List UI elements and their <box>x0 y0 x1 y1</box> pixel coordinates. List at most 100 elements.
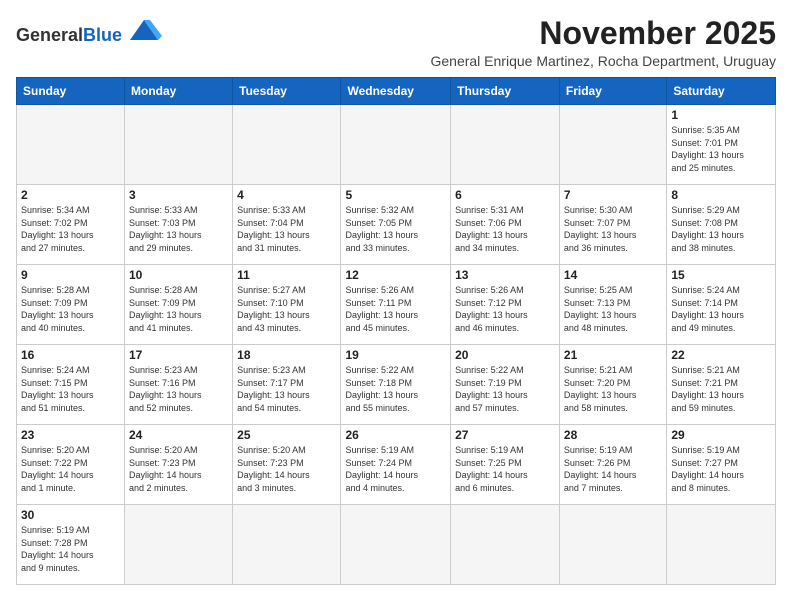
day-number: 15 <box>671 268 771 282</box>
calendar-cell: 7Sunrise: 5:30 AM Sunset: 7:07 PM Daylig… <box>559 185 666 265</box>
month-title: November 2025 <box>430 16 776 51</box>
calendar-cell: 11 Sunrise: 5:27 AM Sunset: 7:10 PM Dayli… <box>233 265 341 345</box>
calendar-cell: 29Sunrise: 5:19 AM Sunset: 7:27 PM Dayli… <box>667 425 776 505</box>
calendar-cell: 14 Sunrise: 5:25 AM Sunset: 7:13 PM Dayli… <box>559 265 666 345</box>
logo-general-text: General <box>16 26 83 44</box>
day-info: Sunrise: 5:25 AM Sunset: 7:13 PM Dayligh… <box>564 284 662 334</box>
calendar-cell: 5 Sunrise: 5:32 AM Sunset: 7:05 PM Daylig… <box>341 185 451 265</box>
day-info: Sunrise: 5:31 AM Sunset: 7:06 PM Dayligh… <box>455 204 555 254</box>
day-number: 28 <box>564 428 662 442</box>
day-info: Sunrise: 5:22 AM Sunset: 7:18 PM Dayligh… <box>345 364 446 414</box>
calendar-cell: 15 Sunrise: 5:24 AM Sunset: 7:14 PM Dayli… <box>667 265 776 345</box>
day-number: 8 <box>671 188 771 202</box>
subtitle: General Enrique Martinez, Rocha Departme… <box>430 53 776 69</box>
day-number: 5 <box>345 188 446 202</box>
calendar-cell: 2 Sunrise: 5:34 AM Sunset: 7:02 PM Daylig… <box>17 185 125 265</box>
day-number: 6 <box>455 188 555 202</box>
day-info: Sunrise: 5:22 AM Sunset: 7:19 PM Dayligh… <box>455 364 555 414</box>
calendar-cell: 4 Sunrise: 5:33 AM Sunset: 7:04 PM Daylig… <box>233 185 341 265</box>
day-info: Sunrise: 5:29 AM Sunset: 7:08 PM Dayligh… <box>671 204 771 254</box>
day-info: Sunrise: 5:34 AM Sunset: 7:02 PM Dayligh… <box>21 204 120 254</box>
col-header-thursday: Thursday <box>451 78 560 105</box>
calendar-cell: 23Sunrise: 5:20 AM Sunset: 7:22 PM Dayli… <box>17 425 125 505</box>
week-row-2: 9 Sunrise: 5:28 AM Sunset: 7:09 PM Daylig… <box>17 265 776 345</box>
day-info: Sunrise: 5:20 AM Sunset: 7:23 PM Dayligh… <box>129 444 228 494</box>
day-info: Sunrise: 5:19 AM Sunset: 7:24 PM Dayligh… <box>345 444 446 494</box>
calendar-cell <box>125 105 233 185</box>
day-number: 9 <box>21 268 120 282</box>
day-info: Sunrise: 5:27 AM Sunset: 7:10 PM Dayligh… <box>237 284 336 334</box>
day-number: 30 <box>21 508 120 522</box>
day-number: 23 <box>21 428 120 442</box>
day-number: 12 <box>345 268 446 282</box>
day-info: Sunrise: 5:28 AM Sunset: 7:09 PM Dayligh… <box>129 284 228 334</box>
day-number: 21 <box>564 348 662 362</box>
calendar-cell <box>559 105 666 185</box>
calendar-cell: 17Sunrise: 5:23 AM Sunset: 7:16 PM Dayli… <box>125 345 233 425</box>
day-info: Sunrise: 5:24 AM Sunset: 7:15 PM Dayligh… <box>21 364 120 414</box>
calendar-cell: 10 Sunrise: 5:28 AM Sunset: 7:09 PM Dayli… <box>125 265 233 345</box>
day-number: 20 <box>455 348 555 362</box>
day-number: 3 <box>129 188 228 202</box>
calendar-cell: 16 Sunrise: 5:24 AM Sunset: 7:15 PM Dayli… <box>17 345 125 425</box>
col-header-sunday: Sunday <box>17 78 125 105</box>
calendar-cell: 9 Sunrise: 5:28 AM Sunset: 7:09 PM Daylig… <box>17 265 125 345</box>
day-number: 24 <box>129 428 228 442</box>
day-info: Sunrise: 5:26 AM Sunset: 7:11 PM Dayligh… <box>345 284 446 334</box>
day-number: 16 <box>21 348 120 362</box>
day-number: 13 <box>455 268 555 282</box>
day-info: Sunrise: 5:28 AM Sunset: 7:09 PM Dayligh… <box>21 284 120 334</box>
day-number: 29 <box>671 428 771 442</box>
calendar-cell <box>233 105 341 185</box>
day-info: Sunrise: 5:24 AM Sunset: 7:14 PM Dayligh… <box>671 284 771 334</box>
day-info: Sunrise: 5:21 AM Sunset: 7:21 PM Dayligh… <box>671 364 771 414</box>
week-row-4: 23Sunrise: 5:20 AM Sunset: 7:22 PM Dayli… <box>17 425 776 505</box>
calendar-cell: 19 Sunrise: 5:22 AM Sunset: 7:18 PM Dayli… <box>341 345 451 425</box>
day-info: Sunrise: 5:33 AM Sunset: 7:03 PM Dayligh… <box>129 204 228 254</box>
day-info: Sunrise: 5:23 AM Sunset: 7:16 PM Dayligh… <box>129 364 228 414</box>
day-info: Sunrise: 5:23 AM Sunset: 7:17 PM Dayligh… <box>237 364 336 414</box>
logo: General Blue <box>16 16 162 44</box>
calendar-cell <box>451 505 560 585</box>
calendar-cell <box>559 505 666 585</box>
day-number: 19 <box>345 348 446 362</box>
day-number: 18 <box>237 348 336 362</box>
col-header-wednesday: Wednesday <box>341 78 451 105</box>
day-info: Sunrise: 5:19 AM Sunset: 7:25 PM Dayligh… <box>455 444 555 494</box>
day-number: 10 <box>129 268 228 282</box>
week-row-5: 30Sunrise: 5:19 AM Sunset: 7:28 PM Dayli… <box>17 505 776 585</box>
logo-icon <box>126 16 162 44</box>
calendar-cell: 30Sunrise: 5:19 AM Sunset: 7:28 PM Dayli… <box>17 505 125 585</box>
calendar-cell: 18 Sunrise: 5:23 AM Sunset: 7:17 PM Dayli… <box>233 345 341 425</box>
calendar-cell: 12 Sunrise: 5:26 AM Sunset: 7:11 PM Dayli… <box>341 265 451 345</box>
day-info: Sunrise: 5:20 AM Sunset: 7:23 PM Dayligh… <box>237 444 336 494</box>
calendar-cell: 26Sunrise: 5:19 AM Sunset: 7:24 PM Dayli… <box>341 425 451 505</box>
calendar-cell <box>233 505 341 585</box>
calendar-cell: 1 Sunrise: 5:35 AM Sunset: 7:01 PM Daylig… <box>667 105 776 185</box>
calendar-cell: 20 Sunrise: 5:22 AM Sunset: 7:19 PM Dayli… <box>451 345 560 425</box>
day-number: 11 <box>237 268 336 282</box>
day-number: 25 <box>237 428 336 442</box>
day-info: Sunrise: 5:32 AM Sunset: 7:05 PM Dayligh… <box>345 204 446 254</box>
calendar-cell: 6 Sunrise: 5:31 AM Sunset: 7:06 PM Daylig… <box>451 185 560 265</box>
title-area: November 2025 General Enrique Martinez, … <box>430 16 776 69</box>
day-info: Sunrise: 5:30 AM Sunset: 7:07 PM Dayligh… <box>564 204 662 254</box>
week-row-0: 1 Sunrise: 5:35 AM Sunset: 7:01 PM Daylig… <box>17 105 776 185</box>
calendar-cell: 27Sunrise: 5:19 AM Sunset: 7:25 PM Dayli… <box>451 425 560 505</box>
day-number: 22 <box>671 348 771 362</box>
day-info: Sunrise: 5:33 AM Sunset: 7:04 PM Dayligh… <box>237 204 336 254</box>
calendar-table: SundayMondayTuesdayWednesdayThursdayFrid… <box>16 77 776 585</box>
day-number: 2 <box>21 188 120 202</box>
calendar-cell <box>451 105 560 185</box>
day-number: 14 <box>564 268 662 282</box>
day-number: 1 <box>671 108 771 122</box>
calendar-cell: 8 Sunrise: 5:29 AM Sunset: 7:08 PM Daylig… <box>667 185 776 265</box>
day-info: Sunrise: 5:35 AM Sunset: 7:01 PM Dayligh… <box>671 124 771 174</box>
calendar-cell: 3 Sunrise: 5:33 AM Sunset: 7:03 PM Daylig… <box>125 185 233 265</box>
calendar-cell <box>667 505 776 585</box>
day-number: 4 <box>237 188 336 202</box>
calendar-cell <box>125 505 233 585</box>
logo-blue-text: Blue <box>83 26 122 44</box>
col-header-friday: Friday <box>559 78 666 105</box>
calendar-cell: 21Sunrise: 5:21 AM Sunset: 7:20 PM Dayli… <box>559 345 666 425</box>
